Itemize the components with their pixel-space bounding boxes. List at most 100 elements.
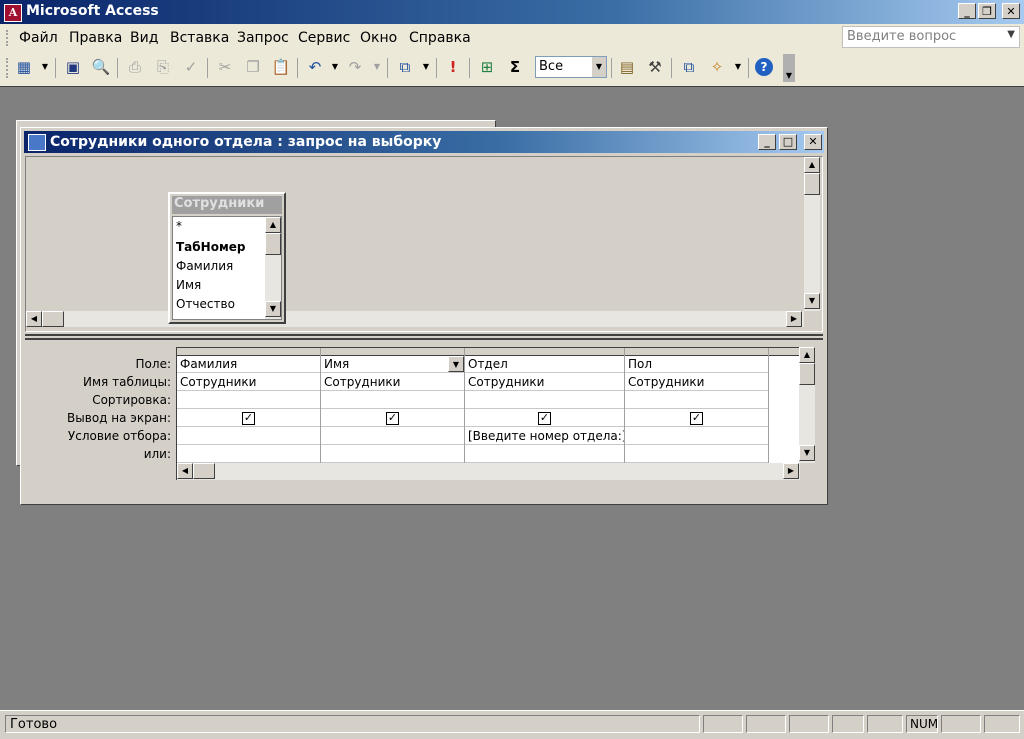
grid-cell-criteria[interactable]	[177, 428, 320, 445]
restore-button[interactable]: ❐	[978, 3, 996, 19]
query-type-dropdown-icon[interactable]: ▼	[421, 56, 431, 78]
scroll-up-icon[interactable]: ▲	[799, 347, 815, 363]
scroll-thumb[interactable]	[799, 363, 815, 385]
menu-view[interactable]: Вид	[130, 30, 158, 46]
paste-icon[interactable]: 📋	[270, 56, 292, 78]
show-table-icon[interactable]: ⊞	[476, 56, 498, 78]
field-list[interactable]: * ТабНомер Фамилия Имя Отчество ▲ ▼	[172, 216, 282, 320]
grid-cell-show[interactable]: ✓	[625, 410, 768, 427]
grid-cell-table[interactable]: Сотрудники	[625, 374, 768, 391]
grid-cell-field[interactable]: Имя ▼	[321, 356, 464, 373]
scroll-down-icon[interactable]: ▼	[799, 445, 815, 461]
scroll-right-icon[interactable]: ▶	[786, 311, 802, 327]
menu-tools[interactable]: Сервис	[298, 30, 350, 46]
scroll-thumb[interactable]	[265, 233, 281, 255]
grid-vscroll[interactable]: ▲ ▼	[799, 347, 815, 463]
menu-grip[interactable]	[6, 30, 12, 46]
scroll-thumb[interactable]	[42, 311, 64, 327]
grid-cell-table[interactable]: Сотрудники	[177, 374, 320, 391]
table-pane-hscroll[interactable]: ◀ ▶	[26, 311, 804, 327]
grid-cell-field[interactable]: Отдел	[465, 356, 624, 373]
copy-icon[interactable]: ❐	[242, 56, 264, 78]
grid-column-empty[interactable]	[769, 348, 799, 464]
scroll-left-icon[interactable]: ◀	[26, 311, 42, 327]
grid-hscroll[interactable]: ◀ ▶	[176, 463, 800, 480]
menu-help[interactable]: Справка	[409, 30, 471, 46]
grid-cell-show[interactable]: ✓	[465, 410, 624, 427]
grid-cell-field[interactable]: Фамилия	[177, 356, 320, 373]
chevron-down-icon[interactable]: ▼	[1007, 29, 1015, 40]
properties-icon[interactable]: ▤	[616, 56, 638, 78]
minimize-button[interactable]: _	[958, 3, 976, 19]
undo-dropdown-icon[interactable]: ▼	[330, 56, 340, 78]
grid-cell-criteria[interactable]	[625, 428, 768, 445]
menu-query[interactable]: Запрос	[237, 30, 289, 46]
new-object-icon[interactable]: ✧	[706, 56, 728, 78]
query-minimize-button[interactable]: _	[758, 134, 776, 150]
grid-cell-sort[interactable]	[625, 392, 768, 409]
new-object-dropdown-icon[interactable]: ▼	[733, 56, 743, 78]
scroll-right-icon[interactable]: ▶	[783, 463, 799, 479]
table-field-list[interactable]: Сотрудники * ТабНомер Фамилия Имя Отчест…	[168, 192, 286, 324]
grid-cell-show[interactable]: ✓	[177, 410, 320, 427]
query-icon[interactable]	[28, 134, 46, 151]
grid-column[interactable]: Пол Сотрудники ✓	[625, 348, 769, 464]
scroll-down-icon[interactable]: ▼	[804, 293, 820, 309]
toolbar-grip[interactable]	[6, 58, 12, 78]
query-window-title-bar[interactable]: Сотрудники одного отдела : запрос на выб…	[24, 131, 824, 153]
query-close-button[interactable]: ✕	[804, 134, 822, 150]
field-item[interactable]: Отчество	[176, 297, 235, 311]
query-design-window[interactable]: Сотрудники одного отдела : запрос на выб…	[20, 127, 828, 505]
grid-cell-table[interactable]: Сотрудники	[465, 374, 624, 391]
help-icon[interactable]: ?	[755, 58, 773, 76]
cut-icon[interactable]: ✂	[214, 56, 236, 78]
menu-window[interactable]: Окно	[360, 30, 397, 46]
field-list-vscroll[interactable]: ▲ ▼	[265, 217, 281, 319]
grid-cell-or[interactable]	[465, 446, 624, 463]
pane-splitter[interactable]	[25, 334, 823, 336]
grid-cell-or[interactable]	[177, 446, 320, 463]
save-icon[interactable]: ▣	[62, 56, 84, 78]
undo-icon[interactable]: ↶	[304, 56, 326, 78]
field-item[interactable]: Фамилия	[176, 259, 233, 273]
grid-cell-sort[interactable]	[177, 392, 320, 409]
table-field-list-title[interactable]: Сотрудники	[172, 196, 282, 214]
menu-file[interactable]: Файл	[19, 30, 58, 46]
show-checkbox[interactable]: ✓	[690, 412, 703, 425]
grid-cell-sort[interactable]	[465, 392, 624, 409]
scroll-up-icon[interactable]: ▲	[804, 157, 820, 173]
top-values-select[interactable]: Все ▼	[535, 56, 607, 78]
redo-icon[interactable]: ↷	[344, 56, 366, 78]
grid-column[interactable]: Фамилия Сотрудники ✓	[177, 348, 321, 464]
scroll-up-icon[interactable]: ▲	[265, 217, 281, 233]
scroll-left-icon[interactable]: ◀	[177, 463, 193, 479]
print-icon[interactable]: ⎙	[124, 56, 146, 78]
field-item-primary-key[interactable]: ТабНомер	[176, 240, 246, 254]
grid-cell-field[interactable]: Пол	[625, 356, 768, 373]
table-pane-vscroll[interactable]: ▲ ▼	[804, 157, 820, 311]
grid-cell-criteria[interactable]	[321, 428, 464, 445]
view-icon[interactable]: ▦	[13, 56, 35, 78]
column-selector[interactable]	[769, 348, 799, 356]
view-dropdown-icon[interactable]: ▼	[40, 56, 50, 78]
query-type-icon[interactable]: ⧉	[394, 56, 416, 78]
show-checkbox[interactable]: ✓	[538, 412, 551, 425]
show-checkbox[interactable]: ✓	[386, 412, 399, 425]
column-selector[interactable]	[465, 348, 624, 356]
help-question-input[interactable]: Введите вопрос ▼	[842, 26, 1020, 48]
column-selector[interactable]	[321, 348, 464, 356]
database-window-icon[interactable]: ⧉	[678, 56, 700, 78]
field-item-all[interactable]: *	[176, 219, 182, 233]
redo-dropdown-icon[interactable]: ▼	[372, 56, 382, 78]
show-checkbox[interactable]: ✓	[242, 412, 255, 425]
column-selector[interactable]	[625, 348, 768, 356]
chevron-down-icon[interactable]: ▼	[448, 356, 464, 372]
table-pane[interactable]: ▲ ▼ ◀ ▶ Сотрудники * ТабНомер Фамилия Им…	[25, 156, 823, 332]
grid-cell-table[interactable]: Сотрудники	[321, 374, 464, 391]
access-app-icon[interactable]: A	[4, 4, 22, 22]
run-icon[interactable]: !	[442, 56, 464, 78]
query-design-grid[interactable]: Фамилия Сотрудники ✓ Имя ▼ Сотрудники ✓	[176, 347, 799, 464]
column-selector[interactable]	[177, 348, 320, 356]
toolbar-options-icon[interactable]: ▼	[783, 54, 795, 82]
chevron-down-icon[interactable]: ▼	[592, 57, 606, 77]
